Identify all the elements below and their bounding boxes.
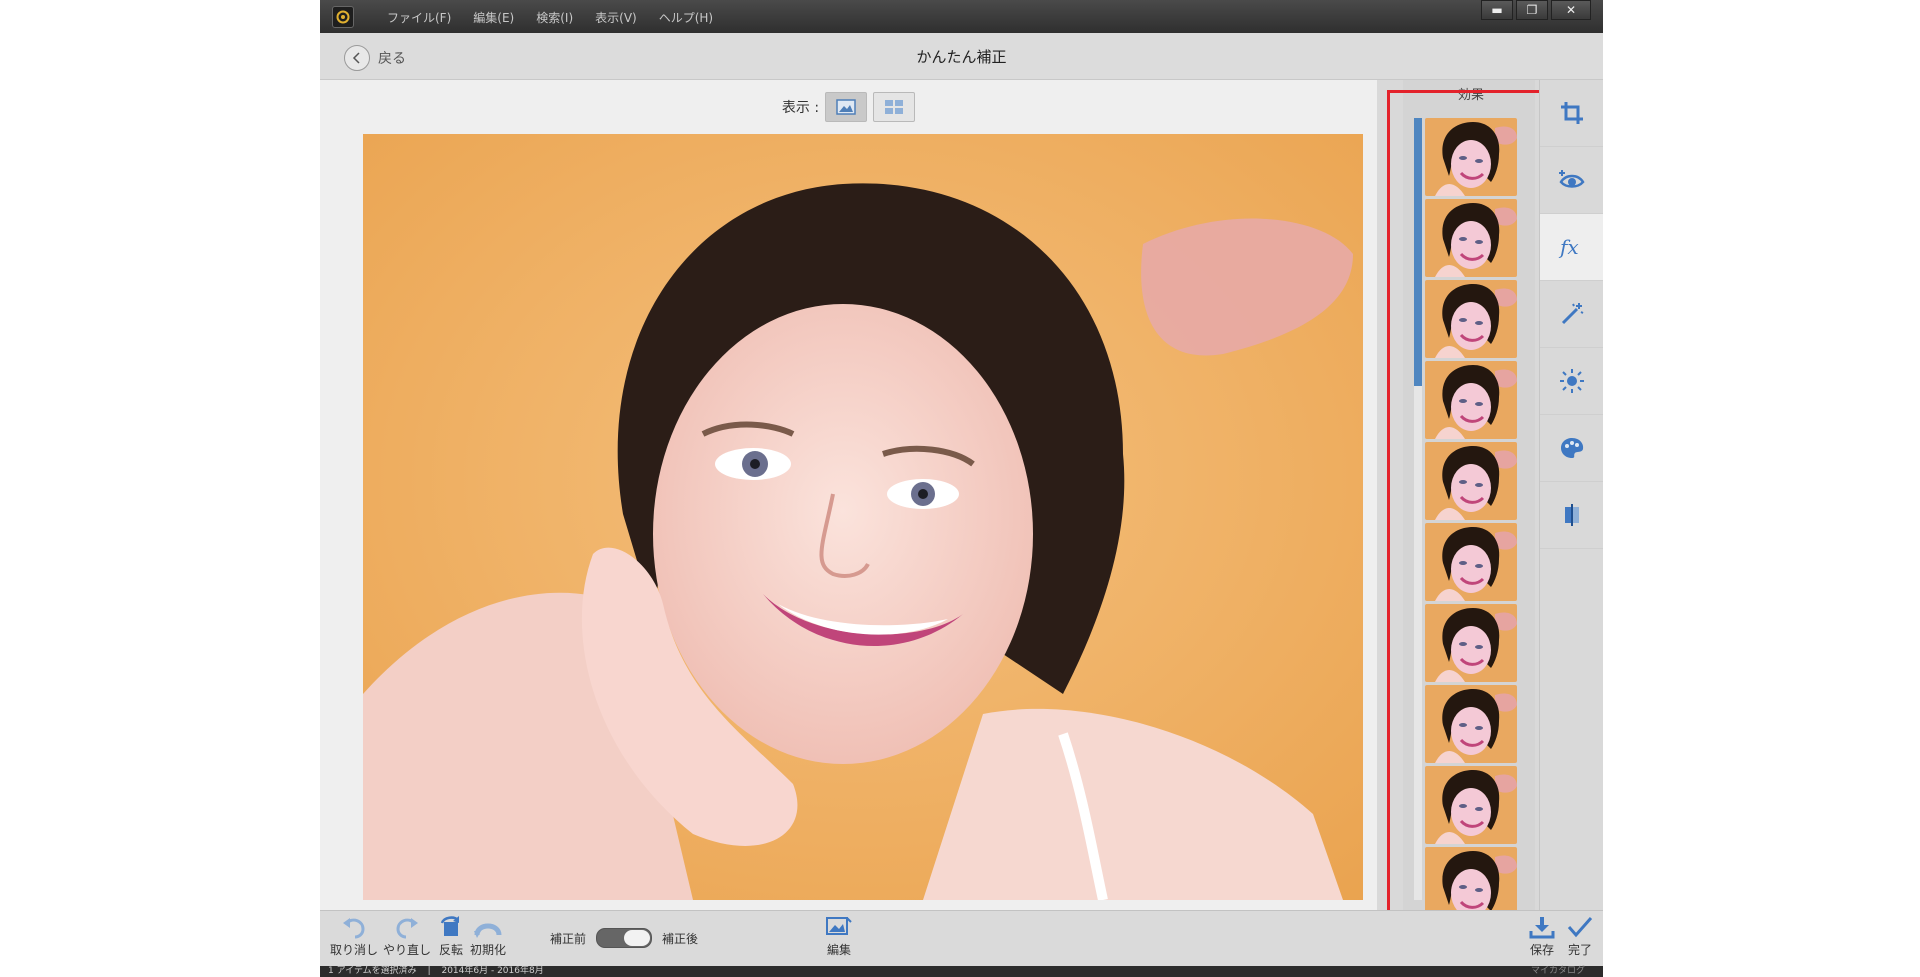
save-label: 保存 (1529, 943, 1554, 957)
page-title: かんたん補正 (916, 48, 1007, 66)
redo-button[interactable]: やり直し (383, 915, 431, 958)
palette-icon (1561, 438, 1584, 458)
single-view-button[interactable] (825, 92, 868, 122)
catalog-name: マイカタログ (1530, 966, 1585, 976)
effect-thumbnail[interactable] (1425, 847, 1517, 910)
rotate-button[interactable]: 反転 (438, 915, 464, 958)
tool-strip: fx (1539, 80, 1603, 910)
straighten-tool[interactable] (1540, 482, 1603, 549)
effect-thumbnail[interactable] (1425, 766, 1517, 844)
effects-thumbnail-list (1425, 118, 1517, 910)
effect-thumbnail[interactable] (1425, 685, 1517, 763)
menu-search[interactable]: 検索(I) (525, 9, 584, 26)
app-logo-icon (332, 6, 354, 28)
before-after-toggle-row: 補正前 補正後 (550, 928, 698, 948)
photo-canvas: 表示 : (320, 80, 1377, 910)
effects-title: 効果 (1457, 88, 1484, 103)
grid-view-button[interactable] (873, 92, 916, 122)
status-separator: | (427, 966, 431, 976)
eye-icon (1559, 170, 1585, 188)
bottom-toolbar: 取り消し やり直し 反転 初期化 補正前 補正後 編集 保存 完了 (320, 910, 1603, 967)
date-range: 2014年6月 - 2016年8月 (441, 966, 544, 976)
color-tool[interactable] (1540, 415, 1603, 482)
done-label: 完了 (1567, 943, 1592, 957)
edit-image-icon (826, 917, 852, 935)
effects-scroll-thumb[interactable] (1414, 118, 1422, 386)
after-label: 補正後 (662, 931, 699, 946)
svg-text:fx: fx (1558, 235, 1579, 259)
image-icon (836, 99, 856, 115)
sun-icon (1560, 369, 1584, 393)
title-bar: ファイル(F) 編集(E) 検索(I) 表示(V) ヘルプ(H) ▬ ❐ ✕ (320, 0, 1603, 33)
mode-header: 戻る かんたん補正 (320, 33, 1603, 80)
menu-bar: ファイル(F) 編集(E) 検索(I) 表示(V) ヘルプ(H) (376, 9, 724, 26)
main-photo (363, 134, 1363, 900)
rotate-icon (440, 916, 459, 936)
crop-tool[interactable] (1540, 80, 1603, 147)
effects-tool[interactable]: fx (1540, 214, 1603, 281)
minimize-button[interactable]: ▬ (1481, 0, 1513, 20)
undo-label: 取り消し (330, 943, 379, 957)
grid-icon (885, 100, 904, 114)
effects-scrollbar[interactable] (1414, 118, 1422, 900)
toggle-knob (624, 930, 651, 946)
selection-status: 1 アイテムを選択済み (328, 966, 417, 976)
menu-edit[interactable]: 編集(E) (462, 9, 525, 26)
undo-button[interactable]: 取り消し (330, 915, 378, 958)
reset-button[interactable]: 初期化 (470, 915, 506, 958)
done-button[interactable]: 完了 (1566, 915, 1594, 958)
red-eye-tool[interactable] (1540, 147, 1603, 214)
effect-thumbnail[interactable] (1425, 604, 1517, 682)
edit-label: 編集 (826, 943, 851, 957)
save-button[interactable]: 保存 (1528, 915, 1556, 958)
rotate-label: 反転 (438, 943, 463, 957)
close-button[interactable]: ✕ (1551, 0, 1591, 20)
view-switcher: 表示 : (320, 92, 1377, 122)
app-window: ファイル(F) 編集(E) 検索(I) 表示(V) ヘルプ(H) ▬ ❐ ✕ 戻… (320, 0, 1603, 977)
brightness-tool[interactable] (1540, 348, 1603, 415)
restore-button[interactable]: ❐ (1516, 0, 1548, 20)
before-after-toggle[interactable] (596, 928, 653, 948)
magic-wand-icon (1561, 303, 1584, 325)
fx-icon: fx (1558, 235, 1579, 259)
reset-icon (474, 923, 502, 938)
edit-button[interactable]: 編集 (825, 915, 853, 958)
effect-thumbnail[interactable] (1425, 199, 1517, 277)
checkmark-icon (1567, 917, 1593, 938)
effect-thumbnail[interactable] (1425, 442, 1517, 520)
window-controls: ▬ ❐ ✕ (1481, 0, 1591, 20)
effects-panel: 効果 (1403, 80, 1535, 910)
reset-label: 初期化 (470, 943, 507, 957)
undo-icon (343, 918, 365, 939)
effect-thumbnail[interactable] (1425, 280, 1517, 358)
download-icon (1529, 917, 1555, 939)
status-bar: 1 アイテムを選択済み | 2014年6月 - 2016年8月 マイカタログ (320, 966, 1603, 977)
redo-label: やり直し (383, 943, 432, 957)
crop-icon (1561, 102, 1583, 124)
view-label: 表示 : (781, 100, 820, 116)
menu-help[interactable]: ヘルプ(H) (648, 9, 724, 26)
before-label: 補正前 (550, 931, 587, 946)
magic-wand-tool[interactable] (1540, 281, 1603, 348)
straighten-icon (1565, 504, 1579, 526)
menu-file[interactable]: ファイル(F) (376, 9, 462, 26)
effect-thumbnail[interactable] (1425, 118, 1517, 196)
effect-thumbnail[interactable] (1425, 361, 1517, 439)
menu-view[interactable]: 表示(V) (584, 9, 648, 26)
redo-icon (396, 918, 418, 939)
effect-thumbnail[interactable] (1425, 523, 1517, 601)
